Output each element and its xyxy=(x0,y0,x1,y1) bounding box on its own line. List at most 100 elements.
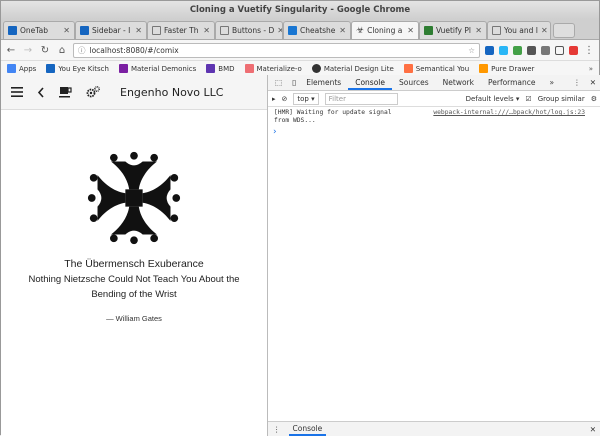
close-icon[interactable]: ✕ xyxy=(339,26,346,35)
more-bookmarks-icon[interactable]: » xyxy=(589,65,593,73)
tab-sources[interactable]: Sources xyxy=(392,75,436,90)
page-icon xyxy=(492,26,501,35)
bookmark-icon xyxy=(479,64,489,73)
vuetify-extension-icon[interactable] xyxy=(485,45,494,55)
title-bar: Cloning a Vuetify Singularity - Google C… xyxy=(1,1,599,19)
page-icon xyxy=(152,26,161,35)
inspect-icon[interactable]: ⬚ xyxy=(268,75,289,90)
bookmark-icon xyxy=(311,64,321,73)
context-select[interactable]: top ▾ xyxy=(293,92,319,105)
coffee-icon[interactable] xyxy=(59,86,72,98)
tab-strip: OneTab ✕ Sidebar - I ✕ Faster Th ✕ Butto… xyxy=(1,19,599,40)
tab-vuetify[interactable]: Vuetify Pl ✕ xyxy=(419,21,487,39)
tab-cloning[interactable]: ☣ Cloning a ✕ xyxy=(351,21,419,39)
bookmark-icon xyxy=(118,64,128,73)
new-tab-button[interactable] xyxy=(553,23,575,38)
drawer-tab-console[interactable]: Console xyxy=(288,422,327,436)
tab-network[interactable]: Network xyxy=(436,75,481,90)
bookmark-icon xyxy=(46,64,56,73)
bookmark-pure-drawer[interactable]: Pure Drawer xyxy=(479,64,534,73)
close-icon[interactable]: ✕ xyxy=(63,26,70,35)
vue-devtools-icon[interactable] xyxy=(513,45,522,55)
sidebar-toggle-icon[interactable]: ▸ xyxy=(272,95,276,103)
log-levels-select[interactable]: Default levels ▾ xyxy=(466,95,520,103)
drawer-menu-icon[interactable]: ⋮ xyxy=(273,425,281,434)
app-title: Engenho Novo LLC xyxy=(120,85,224,99)
close-devtools-icon[interactable]: ✕ xyxy=(585,78,600,87)
tab-buttons[interactable]: Buttons - D ✕ xyxy=(215,21,283,39)
home-icon[interactable]: ⌂ xyxy=(56,45,68,56)
reload-icon[interactable]: ↻ xyxy=(39,45,51,56)
extension-icon[interactable] xyxy=(541,45,550,55)
kebab-menu-icon[interactable]: ⋮ xyxy=(569,78,585,87)
console-settings-gear-icon[interactable]: ⚙ xyxy=(591,95,597,103)
bookmark-semantical-you[interactable]: Semantical You xyxy=(403,64,470,73)
close-icon[interactable]: ✕ xyxy=(407,26,414,35)
bookmark-icon xyxy=(403,64,413,73)
devtools-panel: ⬚ ▯ Elements Console Sources Network Per… xyxy=(268,75,600,436)
quote-title: The Übermensch Exuberance xyxy=(64,258,204,270)
back-icon[interactable]: ← xyxy=(5,45,17,56)
tab-cheatsheet[interactable]: Cheatshe ✕ xyxy=(283,21,351,39)
bookmark-label: Semantical You xyxy=(415,64,470,73)
hamburger-menu-icon[interactable] xyxy=(11,87,23,97)
star-icon[interactable]: ☆ xyxy=(468,46,475,55)
tab-elements[interactable]: Elements xyxy=(299,75,348,90)
bookmark-bmd[interactable]: BMD xyxy=(206,64,235,73)
menu-dots-icon[interactable]: ⋮ xyxy=(583,45,595,56)
settings-gears-icon[interactable] xyxy=(86,85,100,99)
close-icon[interactable]: ✕ xyxy=(475,26,482,35)
tab-label: Vuetify Pl xyxy=(436,26,471,35)
devtools-tab-bar: ⬚ ▯ Elements Console Sources Network Per… xyxy=(268,75,600,91)
bookmark-label: Pure Drawer xyxy=(491,64,535,73)
quote-body: Nothing Nietzsche Could Not Teach You Ab… xyxy=(1,272,267,302)
close-icon[interactable]: ✕ xyxy=(541,26,548,35)
chevron-left-icon[interactable] xyxy=(37,86,45,98)
tab-faster[interactable]: Faster Th ✕ xyxy=(147,21,215,39)
quote-author: — William Gates xyxy=(106,314,162,323)
console-message: [HMR] Waiting for update signal from WDS… xyxy=(268,107,600,127)
bookmark-label: Material Demonics xyxy=(130,64,197,73)
twitter-extension-icon[interactable] xyxy=(499,45,508,55)
bookmark-icon xyxy=(206,64,216,73)
device-toolbar-icon[interactable]: ▯ xyxy=(289,75,299,90)
message-line: from WDS... xyxy=(274,117,316,124)
tab-onetab[interactable]: OneTab ✕ xyxy=(3,21,75,39)
group-similar-checkbox[interactable]: ☑ xyxy=(525,95,531,103)
close-icon[interactable]: ✕ xyxy=(135,26,142,35)
bookmark-materialize[interactable]: Materialize-o xyxy=(244,64,302,73)
more-tabs-icon[interactable]: » xyxy=(543,75,562,90)
quote-body-line: Nothing Nietzsche Could Not Teach You Ab… xyxy=(28,274,240,285)
bookmark-you-eye-kitsch[interactable]: You Eye Kitsch xyxy=(46,64,109,73)
tab-you-and-i[interactable]: You and I ✕ xyxy=(487,21,551,39)
tab-label: Cheatshe xyxy=(300,26,336,35)
bookmark-apps[interactable]: Apps xyxy=(7,64,36,73)
tab-console[interactable]: Console xyxy=(348,75,392,90)
tab-performance[interactable]: Performance xyxy=(481,75,543,90)
bookmark-material-demonics[interactable]: Material Demonics xyxy=(118,64,197,73)
tab-label: Buttons - D xyxy=(232,26,275,35)
console-prompt-input[interactable]: › xyxy=(268,127,600,137)
cast-icon[interactable] xyxy=(555,45,564,55)
apps-icon xyxy=(7,64,16,73)
vuetify-icon xyxy=(80,26,89,35)
bookmark-material-design-lite[interactable]: Material Design Lite xyxy=(311,64,394,73)
filter-input[interactable]: Filter xyxy=(324,92,398,105)
tab-sidebar[interactable]: Sidebar - I ✕ xyxy=(75,21,147,39)
context-value: top xyxy=(297,94,309,103)
url-text[interactable]: localhost:8080/#/comix xyxy=(90,46,179,55)
cross-arm xyxy=(110,151,158,190)
extension-icon[interactable] xyxy=(527,45,536,55)
tab-label: Cloning a xyxy=(367,26,403,35)
address-bar[interactable]: ⓘ localhost:8080/#/comix ☆ xyxy=(73,42,480,58)
close-icon[interactable]: ✕ xyxy=(203,26,210,35)
extension-icon[interactable] xyxy=(569,45,578,55)
bookmark-icon xyxy=(244,64,254,73)
quote-body-line: Bending of the Wrist xyxy=(91,289,177,300)
cheatsheet-icon xyxy=(288,26,297,35)
forward-icon[interactable]: → xyxy=(22,45,34,56)
close-drawer-icon[interactable]: ✕ xyxy=(590,425,596,434)
clear-console-icon[interactable]: ⊘ xyxy=(282,95,288,103)
source-link[interactable]: webpack-internal:///…bpack/hot/log.js:23 xyxy=(433,109,585,117)
browser-toolbar: ← → ↻ ⌂ ⓘ localhost:8080/#/comix ☆ ⋮ xyxy=(1,40,599,61)
